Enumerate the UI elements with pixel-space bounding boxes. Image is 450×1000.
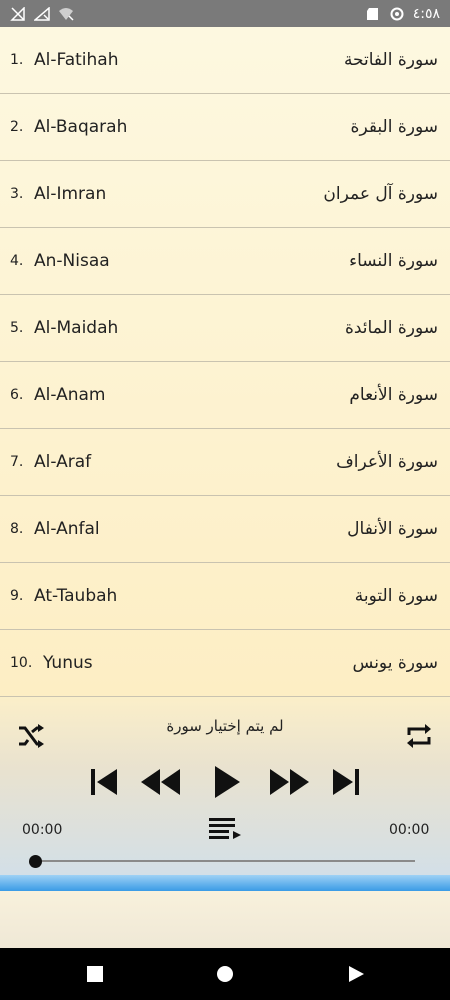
playlist-icon[interactable] [207,815,243,841]
surah-row[interactable]: 7. Al-Araf سورة الأعراف [0,429,450,496]
fast-forward-icon[interactable] [268,767,310,797]
surah-arabic-name: سورة النساء [349,251,438,271]
wifi-off-icon [59,7,74,21]
surah-latin-name: Al-Anam [34,385,106,405]
status-bar: ٤:٥٨ [0,0,450,27]
surah-arabic-name: سورة آل عمران [323,184,438,204]
home-icon[interactable] [216,965,234,983]
surah-arabic-name: سورة يونس [352,653,438,673]
surah-row[interactable]: 10. Yunus سورة يونس [0,630,450,697]
back-icon[interactable] [347,965,365,983]
surah-row[interactable]: 2. Al-Baqarah سورة البقرة [0,94,450,161]
signal-off-icon [10,6,25,21]
data-saver-icon [390,7,404,20]
surah-arabic-name: سورة البقرة [350,117,438,137]
surah-number: 2. [10,119,24,135]
surah-number: 1. [10,52,24,68]
surah-latin-name: Al-Baqarah [34,117,128,137]
surah-latin-name: Al-Araf [34,452,92,472]
rewind-icon[interactable] [140,767,182,797]
total-duration: 00:00 [389,822,430,838]
surah-row[interactable]: 9. At-Taubah سورة التوبة [0,563,450,630]
system-nav-bar [0,948,450,1000]
surah-number: 7. [10,454,24,470]
surah-number: 5. [10,320,24,336]
signal-icon [34,6,50,21]
surah-latin-name: Al-Maidah [34,318,119,338]
surah-number: 9. [10,588,24,604]
seek-bar[interactable] [35,860,415,862]
surah-number: 6. [10,387,24,403]
surah-latin-name: Al-Anfal [34,519,100,539]
surah-row[interactable]: 4. An-Nisaa سورة النساء [0,228,450,295]
now-playing-title: لم يتم إختيار سورة [166,717,284,735]
surah-latin-name: Al-Imran [34,184,107,204]
player-panel: لم يتم إختيار سورة 00:00 00:00 [0,697,450,875]
seek-thumb[interactable] [29,855,42,868]
surah-arabic-name: سورة التوبة [354,586,438,606]
surah-arabic-name: سورة الأعراف [336,452,438,472]
recent-apps-icon[interactable] [87,966,103,982]
surah-number: 10. [10,655,33,671]
surah-row[interactable]: 5. Al-Maidah سورة المائدة [0,295,450,362]
sd-card-icon [366,7,378,20]
status-left-icons [10,6,74,21]
play-icon[interactable] [212,765,242,799]
surah-number: 8. [10,521,24,537]
status-right-icons: ٤:٥٨ [365,6,440,22]
surah-number: 3. [10,186,24,202]
surah-latin-name: Yunus [43,653,93,673]
surah-latin-name: An-Nisaa [34,251,110,271]
repeat-icon[interactable] [404,721,434,751]
surah-arabic-name: سورة الفاتحة [343,50,438,70]
surah-row[interactable]: 1. Al-Fatihah سورة الفاتحة [0,27,450,94]
surah-row[interactable]: 8. Al-Anfal سورة الأنفال [0,496,450,563]
surah-number: 4. [10,253,24,269]
status-time: ٤:٥٨ [412,5,440,22]
surah-list[interactable]: 1. Al-Fatihah سورة الفاتحة 2. Al-Baqarah س… [0,27,450,697]
skip-previous-icon[interactable] [89,767,119,797]
surah-row[interactable]: 3. Al-Imran سورة آل عمران [0,161,450,228]
surah-arabic-name: سورة المائدة [344,318,438,338]
elapsed-time: 00:00 [22,822,63,838]
surah-arabic-name: سورة الأنعام [349,385,438,405]
surah-latin-name: Al-Fatihah [34,50,119,70]
surah-arabic-name: سورة الأنفال [347,519,438,539]
surah-latin-name: At-Taubah [34,586,118,606]
surah-row[interactable]: 6. Al-Anam سورة الأنعام [0,362,450,429]
decorative-strip [0,875,450,891]
skip-next-icon[interactable] [331,767,361,797]
bottom-area [0,891,450,948]
